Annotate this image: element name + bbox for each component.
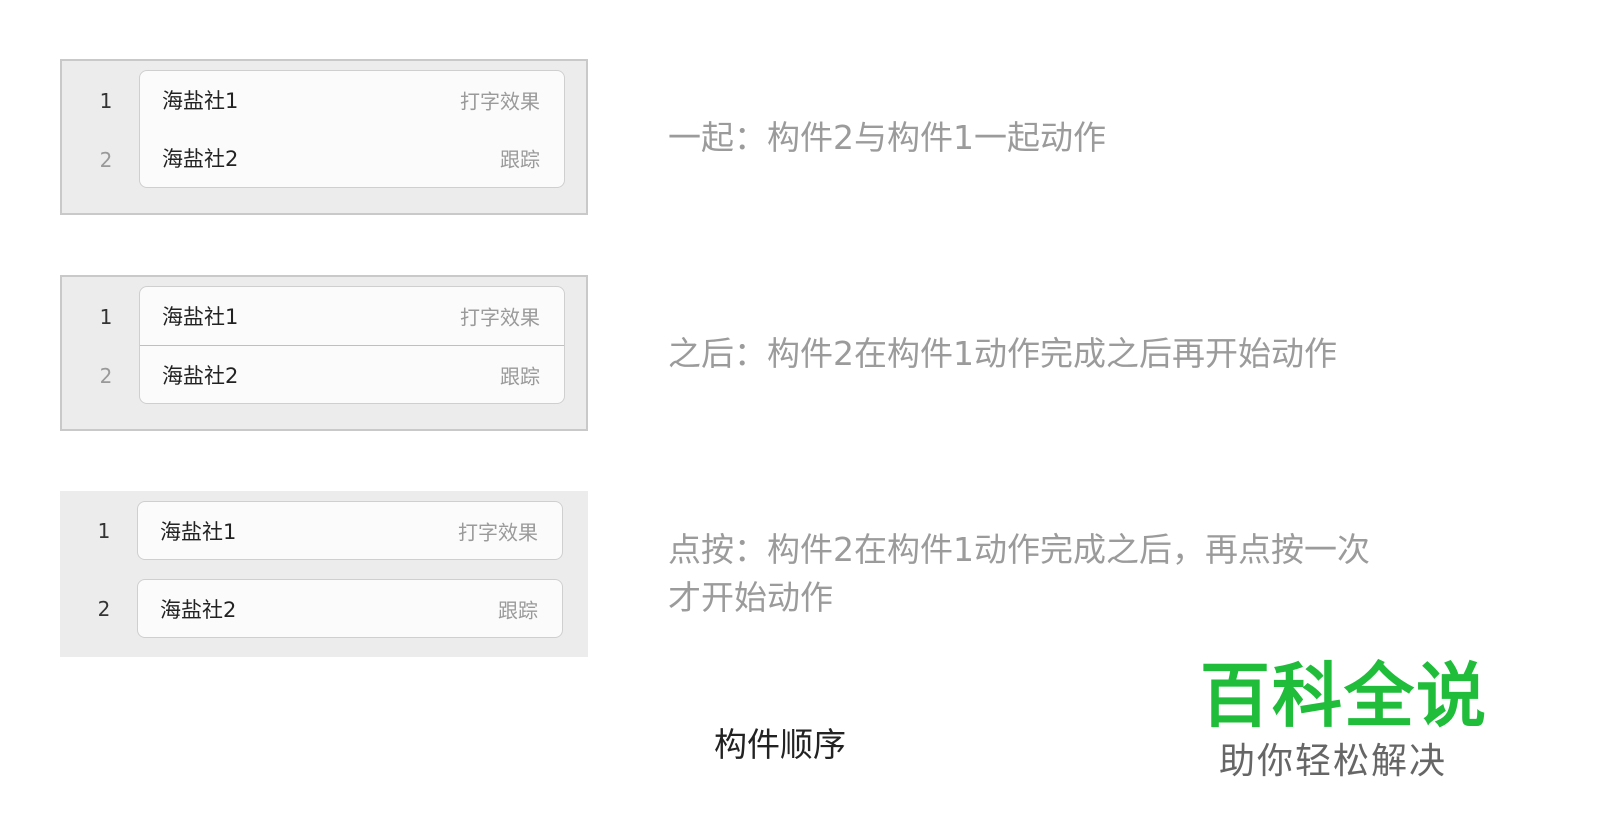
build-name: 海盐社2 xyxy=(160,598,237,622)
build-card[interactable]: 海盐社2 跟踪 xyxy=(137,579,563,638)
build-group-card[interactable]: 海盐社1 打字效果 海盐社2 跟踪 xyxy=(139,70,565,188)
figure-caption: 构件顺序 xyxy=(714,725,846,764)
order-number: 2 xyxy=(99,364,113,388)
build-effect: 跟踪 xyxy=(500,364,540,388)
build-name: 海盐社2 xyxy=(162,363,239,388)
watermark-slogan: 助你轻松解决 xyxy=(1219,741,1448,782)
build-row[interactable]: 海盐社2 跟踪 xyxy=(140,129,564,187)
order-number: 1 xyxy=(99,305,113,329)
build-name: 海盐社2 xyxy=(162,147,239,171)
page: 1 2 海盐社1 打字效果 海盐社2 跟踪 一起：构件2与构件1一起动作 1 2… xyxy=(0,0,1600,840)
order-number: 1 xyxy=(99,89,113,113)
build-name: 海盐社1 xyxy=(160,520,237,544)
build-effect: 打字效果 xyxy=(458,520,538,545)
description-with: 一起：构件2与构件1一起动作 xyxy=(668,118,1106,157)
build-row[interactable]: 海盐社1 打字效果 xyxy=(138,502,562,560)
description-on-click-line2: 才开始动作 xyxy=(668,578,833,617)
build-name: 海盐社1 xyxy=(162,89,239,113)
build-effect: 跟踪 xyxy=(498,598,538,623)
build-order-panel-with: 1 2 海盐社1 打字效果 海盐社2 跟踪 xyxy=(60,59,588,215)
build-row[interactable]: 海盐社2 跟踪 xyxy=(140,345,564,403)
description-after: 之后：构件2在构件1动作完成之后再开始动作 xyxy=(668,334,1337,373)
order-number: 1 xyxy=(97,519,111,543)
build-order-panel-on-click: 1 2 海盐社1 打字效果 海盐社2 跟踪 xyxy=(60,491,588,657)
build-effect: 跟踪 xyxy=(500,147,540,172)
build-order-panel-after: 1 2 海盐社1 打字效果 海盐社2 跟踪 xyxy=(60,275,588,431)
build-card[interactable]: 海盐社1 打字效果 xyxy=(137,501,563,560)
build-effect: 打字效果 xyxy=(460,89,540,114)
build-group-card[interactable]: 海盐社1 打字效果 海盐社2 跟踪 xyxy=(139,286,565,404)
watermark-logo: 百科全说 xyxy=(1200,655,1488,737)
build-row[interactable]: 海盐社1 打字效果 xyxy=(140,287,564,345)
build-name: 海盐社1 xyxy=(162,305,239,329)
order-number: 2 xyxy=(97,597,111,621)
description-on-click-line1: 点按：构件2在构件1动作完成之后，再点按一次 xyxy=(668,530,1370,569)
build-row[interactable]: 海盐社2 跟踪 xyxy=(138,580,562,638)
order-number: 2 xyxy=(99,148,113,172)
build-effect: 打字效果 xyxy=(460,305,540,330)
build-row[interactable]: 海盐社1 打字效果 xyxy=(140,71,564,129)
